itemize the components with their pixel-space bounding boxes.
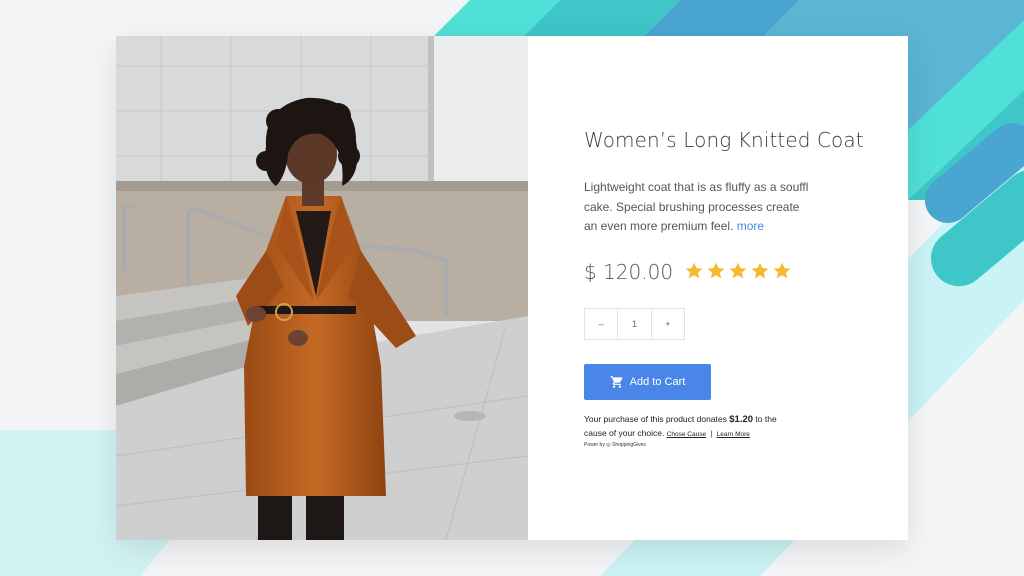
star-icon: [707, 262, 725, 279]
quantity-decrease-button[interactable]: –: [585, 309, 617, 339]
shopping-cart-icon: [610, 376, 623, 388]
quantity-stepper: – 1 +: [584, 308, 685, 340]
product-card: Women’s Long Knitted Coat Lightweight co…: [116, 36, 908, 540]
product-title: Women’s Long Knitted Coat: [584, 128, 864, 152]
learn-more-link[interactable]: Learn More: [717, 431, 750, 438]
product-description: Lightweight coat that is as fluffy as a …: [584, 178, 812, 237]
product-info-panel: Women’s Long Knitted Coat Lightweight co…: [528, 36, 908, 540]
link-separator: |: [710, 430, 713, 438]
product-image: [116, 36, 528, 540]
star-icon: [729, 262, 747, 279]
star-icon: [773, 262, 791, 279]
more-link[interactable]: more: [737, 219, 764, 233]
star-rating: [684, 261, 792, 281]
choose-cause-link[interactable]: Chose Cause: [667, 431, 706, 438]
star-icon: [751, 262, 769, 279]
donation-text-before: Your purchase of this product donates: [584, 414, 727, 424]
quantity-increase-button[interactable]: +: [652, 309, 684, 339]
quantity-input[interactable]: 1: [617, 309, 652, 339]
add-to-cart-label: Add to Cart: [629, 376, 686, 388]
star-icon: [685, 262, 703, 279]
donation-amount: $1.20: [729, 414, 754, 425]
powered-by-text: Power by ◎ ShoppingGives: [584, 442, 646, 448]
donation-note: Your purchase of this product donates $1…: [584, 413, 794, 441]
product-price: $ 120.00: [584, 260, 674, 284]
product-description-text: Lightweight coat that is as fluffy as a …: [584, 180, 809, 233]
add-to-cart-button[interactable]: Add to Cart: [584, 364, 711, 400]
